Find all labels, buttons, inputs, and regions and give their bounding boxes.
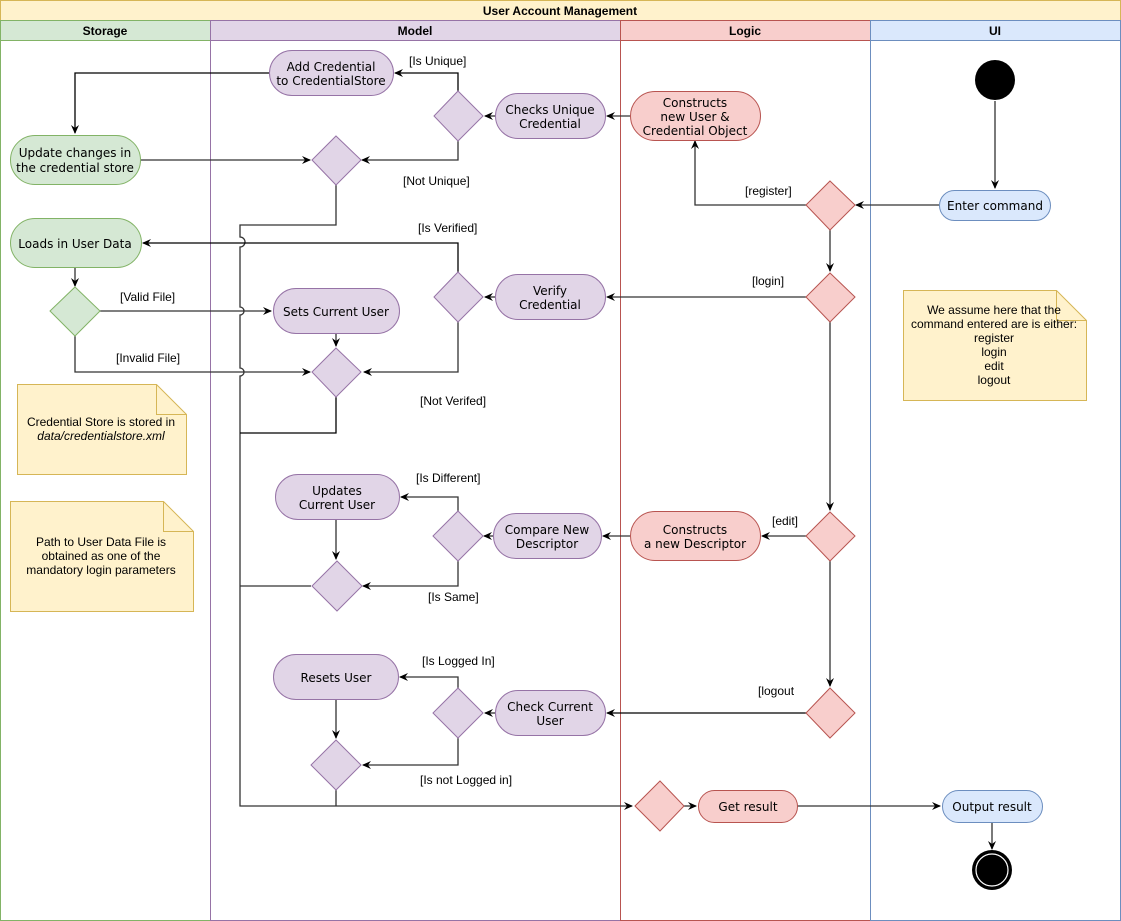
note-line: obtained as one of the (42, 549, 161, 563)
action-constructs-user[interactable]: Constructs new User & Credential Object (630, 91, 761, 141)
action-label: Checks Unique (505, 103, 594, 117)
guard-logout: [logout (758, 684, 795, 698)
guard-login: [login] (752, 274, 784, 288)
note-line: command entered are is either: (911, 317, 1077, 331)
action-label: Credential Object (643, 124, 748, 138)
note-line: mandatory login parameters (26, 563, 175, 577)
action-output-result[interactable]: Output result (942, 790, 1043, 823)
lane-title-ui: UI (989, 24, 1001, 38)
action-label: Constructs (663, 96, 727, 110)
note-file-path: data/credentialstore.xml (37, 429, 165, 443)
action-label: Current User (299, 498, 375, 512)
activity-diagram: User Account Management Storage Model Lo… (0, 0, 1121, 921)
lane-title-model: Model (398, 24, 433, 38)
action-label: new User & (660, 110, 729, 124)
guard-is-unique: [Is Unique] (409, 54, 466, 68)
action-label: Resets User (301, 671, 372, 685)
pool-header: User Account Management (0, 0, 1121, 21)
note-line: Credential Store is stored in (27, 415, 175, 429)
action-label: to CredentialStore (276, 74, 385, 88)
action-constructs-descriptor[interactable]: Constructs a new Descriptor (630, 511, 761, 561)
guard-is-verified: [Is Verified] (418, 221, 477, 235)
action-checks-unique[interactable]: Checks Unique Credential (495, 93, 606, 139)
lane-title-logic: Logic (729, 24, 761, 38)
action-label: the credential store (16, 161, 134, 175)
action-add-credential[interactable]: Add Credential to CredentialStore (269, 50, 394, 96)
action-label: Check Current (507, 700, 593, 714)
action-label: Update changes in (19, 146, 131, 160)
action-get-result[interactable]: Get result (698, 790, 798, 823)
guard-is-same: [Is Same] (428, 590, 479, 604)
note-credential-store: Credential Store is stored in data/crede… (17, 384, 187, 475)
action-label: User (536, 714, 563, 728)
action-verify-credential[interactable]: Verify Credential (495, 274, 606, 320)
note-line: Path to User Data File is (36, 535, 166, 549)
action-label: Verify (533, 284, 567, 298)
guard-register: [register] (745, 184, 792, 198)
note-assumption: We assume here that the command entered … (903, 290, 1087, 401)
action-label: Enter command (947, 199, 1043, 213)
start-node (975, 60, 1015, 100)
action-sets-current-user[interactable]: Sets Current User (273, 288, 400, 334)
action-compare-descriptor[interactable]: Compare New Descriptor (493, 513, 602, 559)
guard-not-unique: [Not Unique] (403, 174, 470, 188)
action-check-current-user[interactable]: Check Current User (495, 690, 606, 736)
diagram-title: User Account Management (483, 4, 637, 18)
guard-valid-file: [Valid File] (120, 290, 175, 304)
action-label: Updates (312, 484, 362, 498)
action-label: Compare New (505, 523, 590, 537)
action-label: Loads in User Data (18, 237, 131, 251)
action-update-changes[interactable]: Update changes in the credential store (10, 135, 141, 185)
action-updates-current-user[interactable]: Updates Current User (275, 474, 400, 520)
action-enter-command[interactable]: Enter command (939, 190, 1051, 221)
action-resets-user[interactable]: Resets User (273, 654, 399, 700)
action-label: Output result (952, 800, 1032, 814)
action-label: Sets Current User (283, 305, 389, 319)
action-label: a new Descriptor (644, 537, 746, 551)
guard-is-not-logged-in: [Is not Logged in] (420, 773, 512, 787)
note-command-logout: logout (978, 373, 1011, 387)
action-label: Get result (718, 800, 777, 814)
note-command-edit: edit (984, 359, 1004, 373)
note-command-register: register (974, 331, 1014, 345)
action-label: Credential (519, 117, 581, 131)
note-command-login: login (981, 345, 1006, 359)
action-label: Constructs (663, 523, 727, 537)
guard-edit: [edit] (772, 514, 798, 528)
guard-invalid-file: [Invalid File] (116, 351, 180, 365)
action-loads-user-data[interactable]: Loads in User Data (10, 218, 142, 268)
note-user-data-path: Path to User Data File is obtained as on… (10, 501, 194, 612)
guard-is-different: [Is Different] (416, 471, 480, 485)
end-node (972, 850, 1012, 890)
note-line: We assume here that the (927, 303, 1061, 317)
guard-not-verified: [Not Verifed] (420, 394, 486, 408)
action-label: Add Credential (287, 60, 376, 74)
guard-is-logged-in: [Is Logged In] (422, 654, 495, 668)
action-label: Credential (519, 298, 581, 312)
action-label: Descriptor (516, 537, 578, 551)
lane-title-storage: Storage (83, 24, 128, 38)
